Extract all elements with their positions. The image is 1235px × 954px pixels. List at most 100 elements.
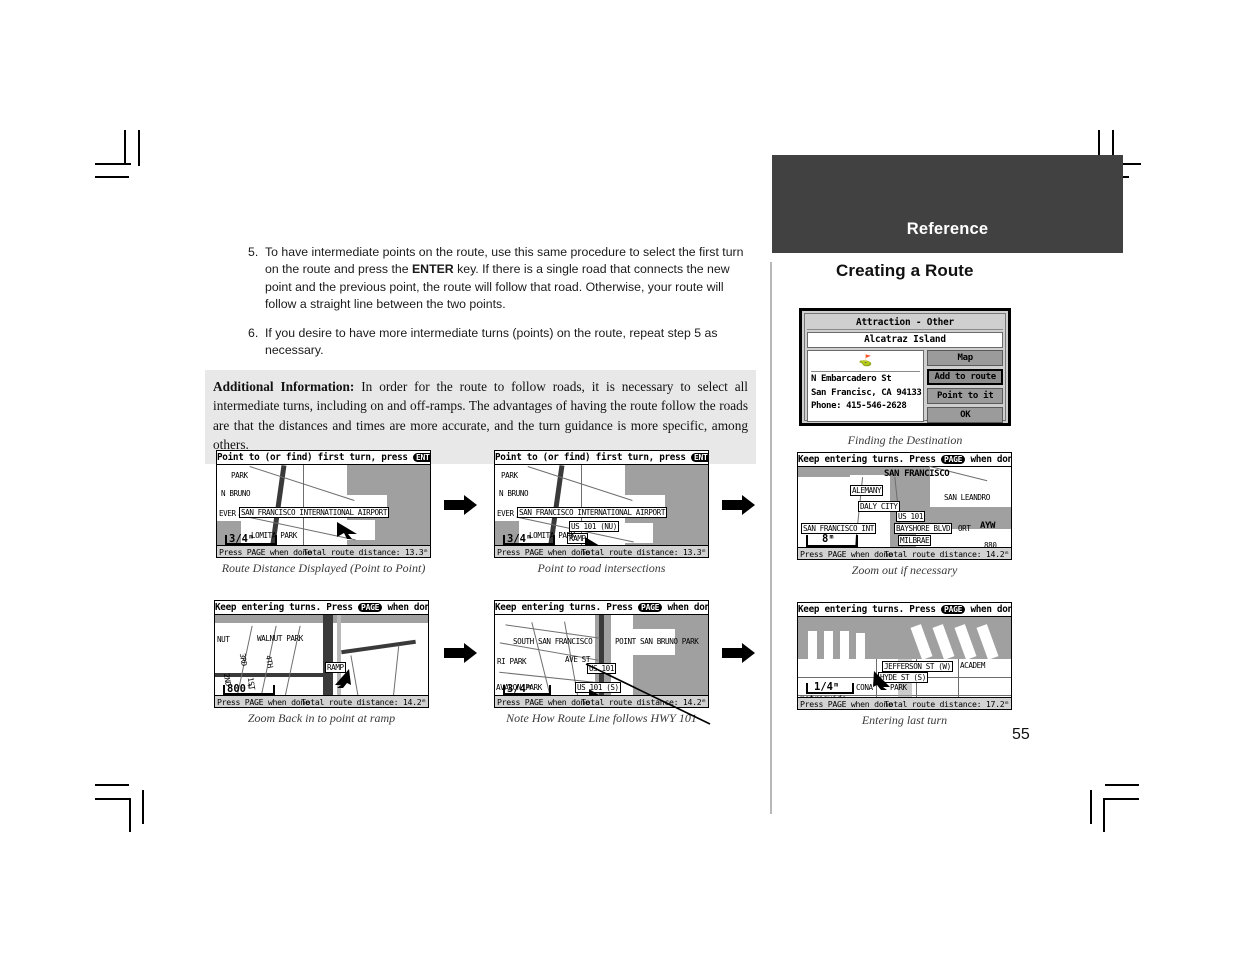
gps-map-body: SAN FRANCISCO ALEMANY SAN LEANDRO DALY C…	[798, 465, 1011, 560]
gps-status-left: Press PAGE when done	[497, 697, 590, 707]
manual-page: Reference Creating a Route 5. To have in…	[0, 0, 1235, 954]
figure-entering-last-turn: Keep entering turns. Press PAGE when don…	[797, 602, 1012, 728]
map-pier-4	[856, 633, 865, 659]
figure-road-intersections: Point to (or find) first turn, press ENT…	[494, 450, 709, 576]
map-label-milbrae: MILBRAE	[898, 535, 932, 546]
crop-mark-bottom-right-v2	[1090, 790, 1092, 824]
figure-caption: Zoom Back in to point at ramp	[247, 711, 396, 725]
gps-title-text: Keep entering turns. Press	[798, 454, 936, 465]
gps-status-right: Total route distance: 14.2ᵐ	[884, 549, 1009, 559]
gps-screen: Point to (or find) first turn, press ENT…	[494, 450, 709, 558]
key-badge-page: PAGE	[941, 605, 966, 614]
map-label: ALEMANY	[850, 485, 884, 496]
map-label: AYW	[980, 521, 996, 531]
map-cursor-arrow	[337, 522, 357, 539]
figure-zoom-out: Keep entering turns. Press PAGE when don…	[797, 452, 1012, 578]
ok-button[interactable]: OK	[927, 407, 1003, 423]
map-label: N BRUNO	[499, 489, 529, 498]
map-label: DALY CITY	[858, 501, 900, 512]
crop-mark-bottom-left-h	[95, 784, 129, 786]
gps-screen: Keep entering turns. Press PAGE when don…	[214, 600, 429, 708]
gps-status-left: Press PAGE when done	[219, 547, 312, 557]
crop-mark-bottom-left-v	[129, 798, 131, 832]
map-arterial-h2	[341, 639, 416, 655]
gps-status-bar: Press PAGE when done Total route distanc…	[495, 545, 708, 557]
steps-list: 5. To have intermediate points on the ro…	[248, 244, 756, 388]
running-head-label: Reference	[906, 220, 989, 238]
figure-zoom-back-ramp: Keep entering turns. Press PAGE when do n…	[214, 600, 429, 726]
gps-title-text: Point to (or find) first turn, press	[217, 452, 408, 463]
key-badge-page: PAGE	[638, 603, 663, 612]
map-scale-label: 3/4ᵐ	[507, 683, 533, 695]
flow-arrow-icon	[722, 495, 755, 515]
map-pier-1	[808, 631, 817, 659]
crop-mark-top-left-h	[95, 163, 131, 165]
crop-mark-bottom-right-h2	[1103, 798, 1139, 800]
gps-map-body: PARK N BRUNO EVER SAN FRANCISCO INTERNAT…	[495, 465, 708, 557]
gps-title-bar: Keep entering turns. Press PAGE when don…	[215, 601, 428, 615]
map-label-us101: US 101	[896, 511, 926, 522]
crop-mark-top-left-v	[138, 130, 140, 166]
dialog-address-line-1: N Embarcadero St	[811, 374, 892, 384]
map-label: N BRUNO	[221, 489, 251, 498]
gps-status-left: Press PAGE when done	[217, 697, 310, 707]
gps-status-bar: Press PAGE when done Total route distanc…	[217, 545, 430, 557]
key-badge-enter: ENTER	[691, 453, 708, 462]
map-scale-label: 3/4ᵐ	[507, 533, 533, 545]
gps-status-bar: Press PAGE when done Total route distanc…	[215, 695, 428, 707]
dialog-caption: Finding the Destination	[847, 433, 963, 447]
gps-status-right: Total route distance: 17.2ᵐ	[884, 699, 1009, 709]
gps-screen: Keep entering turns. Press PAGE when don…	[797, 452, 1012, 560]
attraction-info-dialog: Attraction - Other Alcatraz Island ⛳ N E…	[799, 308, 1011, 426]
map-label: EL GRANADA	[850, 559, 892, 560]
map-pier-3	[840, 631, 849, 659]
additional-information-text: Additional Information: In order for the…	[213, 377, 748, 455]
figure-caption: Zoom out if necessary	[851, 563, 958, 577]
map-label-airport: SAN FRANCISCO INT	[801, 523, 876, 534]
step-text: To have intermediate points on the route…	[265, 244, 756, 314]
point-to-it-button[interactable]: Point to it	[927, 388, 1003, 404]
flow-arrow-icon	[444, 495, 477, 515]
running-head-banner: Reference	[772, 155, 1123, 253]
caption-leader-line	[585, 663, 711, 725]
gps-title-suffix: when done	[970, 604, 1011, 615]
crop-mark-bottom-right-h	[1105, 784, 1139, 786]
map-cursor-arrow	[335, 669, 351, 688]
map-label: EVER	[497, 509, 514, 518]
crop-mark-bottom-left-v2	[142, 790, 144, 824]
map-label: ORT	[958, 524, 971, 533]
dialog-detail-panel: ⛳ N Embarcadero St San Francisc, CA 9413…	[807, 350, 925, 422]
dialog-header: Attraction - Other	[807, 316, 1003, 330]
gps-title-bar: Keep entering turns. Press PAGE when don…	[495, 601, 708, 615]
figure-route-follows-hwy101: Keep entering turns. Press PAGE when don…	[494, 600, 711, 726]
map-scale-label: 800ᶠ	[227, 683, 253, 695]
gps-title-text: Keep entering turns. Press	[798, 604, 936, 615]
map-button[interactable]: Map	[927, 350, 1003, 366]
page-title: Creating a Route	[836, 261, 974, 280]
figure-caption: Route Distance Displayed (Point to Point…	[221, 561, 426, 575]
page-number: 55	[1012, 726, 1030, 743]
map-label: WALNUT PARK	[257, 634, 303, 643]
gps-status-left: Press PAGE when done	[800, 549, 893, 559]
gps-status-right: Total route distance: 13.3ᵐ	[303, 547, 428, 557]
step-number: 5.	[248, 245, 259, 259]
map-label-airport: SAN FRANCISCO INTERNATIONAL AIRPORT	[239, 507, 390, 518]
attraction-icon: ⛳	[858, 354, 873, 367]
crop-mark-top-left-h2	[95, 176, 129, 178]
crop-mark-bottom-right-v	[1103, 798, 1105, 832]
figure-caption: Point to road intersections	[537, 561, 666, 575]
gps-status-right: Total route distance: 13.3ᵐ	[581, 547, 706, 557]
gps-title-text: Keep entering turns. Press	[495, 602, 633, 613]
dialog-button-column: Map Add to route Point to it OK	[927, 350, 1003, 423]
map-cursor-arrow	[873, 671, 890, 690]
map-label: SAN FRANCISCO	[884, 469, 950, 479]
step-item: 6. If you desire to have more intermedia…	[248, 325, 756, 360]
gps-title-bar: Point to (or find) first turn, press ENT…	[217, 451, 430, 465]
map-label: EVER	[219, 509, 236, 518]
step-number: 6.	[248, 325, 259, 340]
map-scale-label: 3/4ᵐ	[229, 533, 255, 545]
gps-screen: Keep entering turns. Press PAGE when don…	[797, 602, 1012, 710]
map-label: SAN LEANDRO	[944, 493, 990, 502]
add-to-route-button[interactable]: Add to route	[927, 369, 1003, 385]
gps-title-bar: Point to (or find) first turn, press ENT…	[495, 451, 708, 465]
